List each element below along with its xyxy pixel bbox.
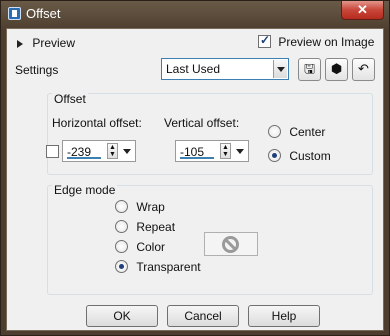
reset-icon: ⬢ [330, 61, 343, 76]
up-down-arrows-icon[interactable]: ▲ ▼ [107, 143, 118, 159]
chevron-down-icon[interactable] [273, 60, 287, 78]
horizontal-offset-label: Horizontal offset: [52, 116, 142, 130]
undo-button[interactable]: ↶ [352, 58, 375, 81]
wrap-label: Wrap [136, 199, 165, 214]
save-preset-button[interactable]: 🖫 [298, 58, 321, 81]
undo-icon: ↶ [358, 61, 369, 76]
app-icon [8, 7, 21, 20]
dialog-body: Preview Preview on Image Settings Last U… [6, 28, 384, 331]
settings-label: Settings [15, 63, 59, 77]
expand-triangle-icon [17, 39, 23, 48]
color-radio[interactable] [115, 240, 128, 254]
edge-mode-group-title: Edge mode [52, 183, 118, 197]
custom-label: Custom [289, 148, 331, 163]
offset-mode-custom[interactable]: Custom [268, 148, 331, 163]
cancel-button[interactable]: Cancel [167, 305, 239, 327]
settings-dropdown[interactable]: Last Used [161, 58, 289, 80]
title-bar[interactable]: Offset ✕ [1, 1, 389, 27]
color-label: Color [136, 239, 166, 254]
value-underline [180, 157, 214, 159]
chevron-down-icon[interactable] [234, 143, 246, 159]
value-underline [67, 157, 101, 159]
window-title: Offset [26, 6, 61, 21]
close-button[interactable]: ✕ [341, 1, 384, 20]
save-icon: 🖫 [303, 61, 316, 76]
transparent-radio[interactable] [115, 260, 128, 274]
preview-on-image-label: Preview on Image [278, 34, 375, 49]
edge-color-swatch[interactable] [204, 232, 258, 256]
horizontal-offset-spinner[interactable]: -239 ▲ ▼ [62, 140, 136, 162]
edge-mode-repeat[interactable]: Repeat [115, 219, 175, 234]
no-color-icon [222, 236, 239, 253]
transparent-label: Transparent [136, 259, 201, 274]
preview-label: Preview [32, 36, 76, 50]
edge-mode-transparent[interactable]: Transparent [115, 259, 201, 274]
vertical-offset-label: Vertical offset: [164, 116, 240, 130]
link-offsets-checkbox[interactable] [46, 145, 59, 159]
ok-button[interactable]: OK [86, 305, 158, 327]
offset-group-title: Offset [52, 92, 88, 106]
vertical-offset-spinner[interactable]: -105 ▲ ▼ [175, 140, 249, 162]
preview-on-image-checkbox[interactable] [258, 33, 271, 49]
custom-radio[interactable] [268, 149, 281, 163]
repeat-radio[interactable] [115, 220, 128, 234]
preview-on-image-option[interactable]: Preview on Image [258, 33, 375, 49]
center-label: Center [289, 124, 326, 139]
preview-toggle[interactable]: Preview [17, 36, 75, 50]
edge-mode-color[interactable]: Color [115, 239, 165, 254]
offset-mode-center[interactable]: Center [268, 124, 325, 139]
reset-button[interactable]: ⬢ [325, 58, 348, 81]
offset-dialog: Offset ✕ Preview Preview on Image Settin… [0, 0, 390, 336]
repeat-label: Repeat [136, 219, 176, 234]
wrap-radio[interactable] [115, 200, 128, 214]
center-radio[interactable] [268, 125, 281, 139]
settings-selected-value: Last Used [166, 62, 221, 76]
up-down-arrows-icon[interactable]: ▲ ▼ [220, 143, 231, 159]
chevron-down-icon[interactable] [121, 143, 133, 159]
edge-mode-wrap[interactable]: Wrap [115, 199, 165, 214]
help-button[interactable]: Help [248, 305, 320, 327]
